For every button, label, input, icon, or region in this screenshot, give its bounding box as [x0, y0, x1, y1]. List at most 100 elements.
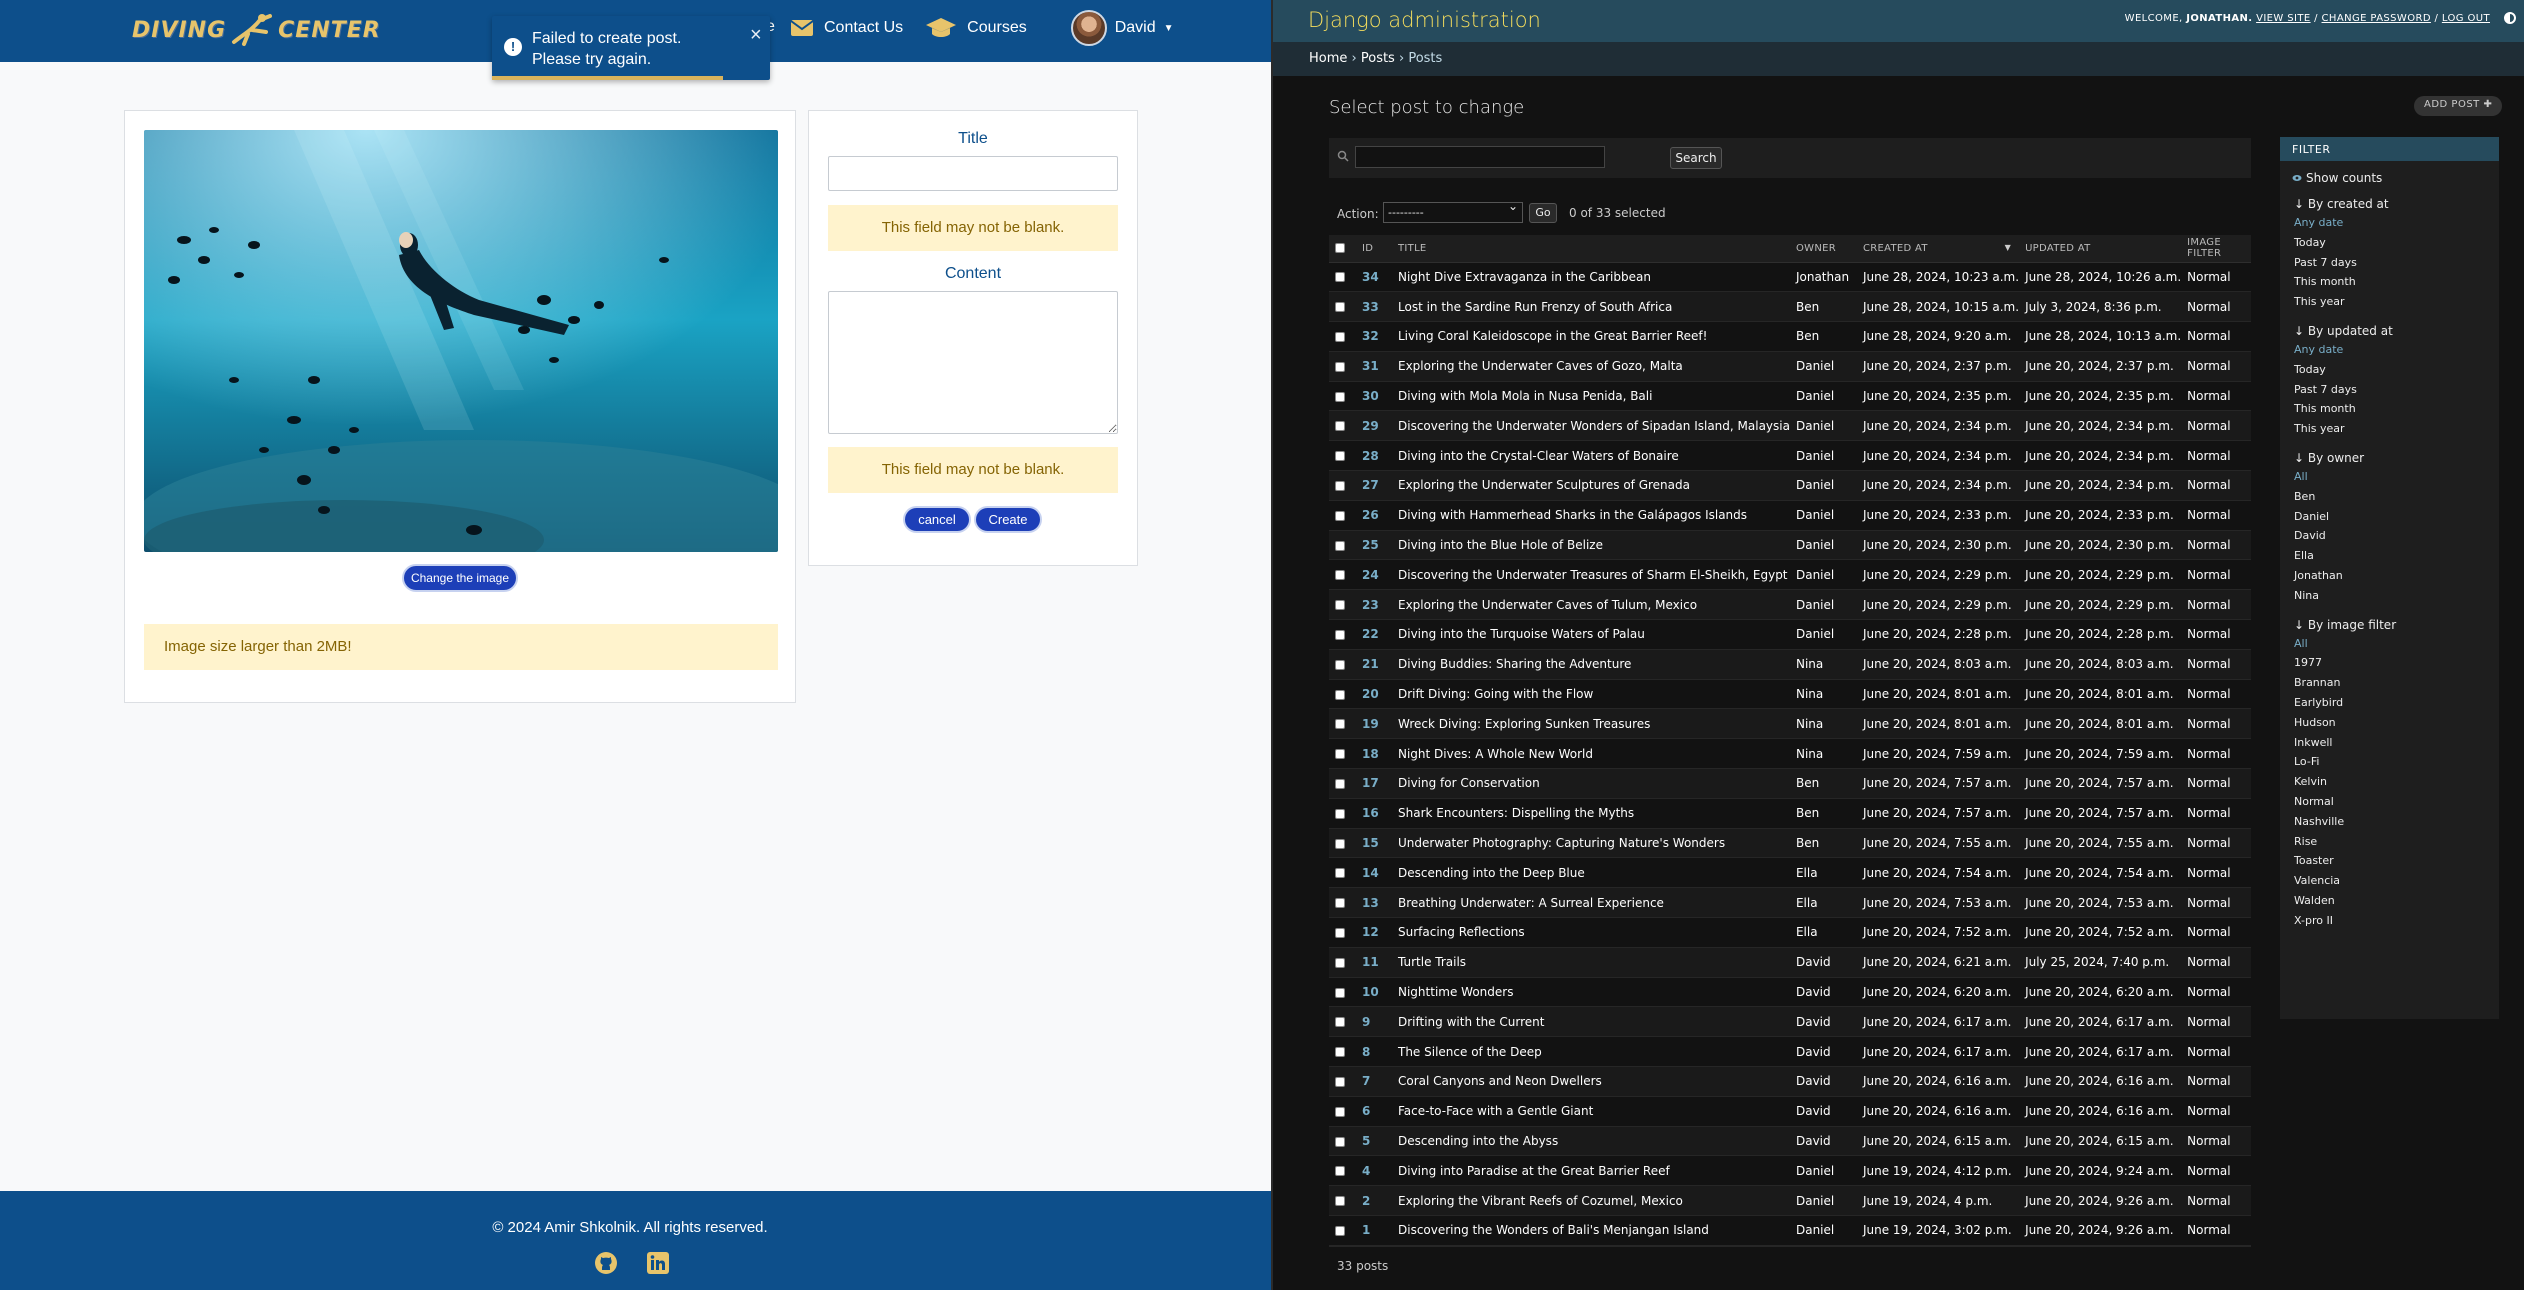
content-textarea[interactable] — [828, 291, 1118, 434]
filter-option[interactable]: Nashville — [2294, 812, 2485, 832]
cell-id[interactable]: 5 — [1356, 1126, 1392, 1157]
row-checkbox[interactable] — [1335, 391, 1345, 402]
cell-title[interactable]: Exploring the Vibrant Reefs of Cozumel, … — [1392, 1185, 1790, 1216]
cell-id[interactable]: 16 — [1356, 798, 1392, 829]
cell-title[interactable]: Diving Buddies: Sharing the Adventure — [1392, 649, 1790, 680]
cell-title[interactable]: Nighttime Wonders — [1392, 977, 1790, 1008]
row-checkbox[interactable] — [1335, 629, 1345, 640]
col-updated-at[interactable]: UPDATED AT — [2019, 235, 2182, 263]
cell-id[interactable]: 18 — [1356, 738, 1392, 770]
cell-title[interactable]: Discovering the Underwater Treasures of … — [1392, 559, 1790, 591]
search-input[interactable] — [1355, 146, 1605, 168]
row-checkbox[interactable] — [1335, 898, 1345, 909]
log-out-link[interactable]: LOG OUT — [2442, 13, 2490, 24]
row-checkbox[interactable] — [1335, 659, 1345, 670]
cell-title[interactable]: Diving into the Blue Hole of Belize — [1392, 530, 1790, 561]
col-title[interactable]: TITLE — [1392, 235, 1790, 263]
linkedin-icon[interactable] — [646, 1251, 670, 1275]
filter-option[interactable]: Ella — [2294, 546, 2485, 566]
row-checkbox[interactable] — [1335, 1047, 1345, 1058]
cell-id[interactable]: 1 — [1356, 1215, 1392, 1246]
cell-title[interactable]: Night Dive Extravaganza in the Caribbean — [1392, 262, 1790, 293]
cell-id[interactable]: 4 — [1356, 1155, 1392, 1187]
cell-title[interactable]: Diving with Hammerhead Sharks in the Gal… — [1392, 500, 1790, 531]
filter-option[interactable]: Past 7 days — [2294, 380, 2485, 400]
cell-title[interactable]: Discovering the Underwater Wonders of Si… — [1392, 410, 1790, 442]
cell-title[interactable]: Drifting with the Current — [1392, 1006, 1790, 1038]
filter-option[interactable]: Jonathan — [2294, 566, 2485, 586]
filter-option[interactable]: Nina — [2294, 586, 2485, 606]
brand-logo[interactable]: DIVING CENTER — [132, 10, 381, 50]
cell-id[interactable]: 24 — [1356, 559, 1392, 591]
row-checkbox[interactable] — [1335, 421, 1345, 432]
cell-id[interactable]: 25 — [1356, 530, 1392, 561]
cell-id[interactable]: 7 — [1356, 1066, 1392, 1097]
close-icon[interactable]: × — [750, 24, 762, 47]
cell-id[interactable]: 10 — [1356, 977, 1392, 1008]
change-image-button[interactable]: Change the image — [402, 564, 518, 592]
cell-id[interactable]: 30 — [1356, 381, 1392, 412]
row-checkbox[interactable] — [1335, 540, 1345, 551]
nav-contact-link[interactable]: Contact Us — [790, 19, 903, 37]
cell-title[interactable]: Night Dives: A Whole New World — [1392, 738, 1790, 770]
row-checkbox[interactable] — [1335, 570, 1345, 581]
select-all-checkbox[interactable] — [1335, 242, 1345, 253]
row-checkbox[interactable] — [1335, 1106, 1345, 1117]
row-checkbox[interactable] — [1335, 1017, 1345, 1028]
show-counts-link[interactable]: Show counts — [2292, 171, 2485, 185]
row-checkbox[interactable] — [1335, 510, 1345, 521]
cell-id[interactable]: 11 — [1356, 947, 1392, 978]
cell-title[interactable]: Lost in the Sardine Run Frenzy of South … — [1392, 291, 1790, 323]
cell-id[interactable]: 28 — [1356, 440, 1392, 472]
cancel-button[interactable]: cancel — [903, 506, 971, 533]
row-checkbox[interactable] — [1335, 480, 1345, 491]
change-password-link[interactable]: CHANGE PASSWORD — [2322, 13, 2431, 24]
user-menu[interactable]: David ▼ — [1070, 10, 1174, 46]
filter-option[interactable]: Hudson — [2294, 713, 2485, 733]
filter-option[interactable]: Ben — [2294, 487, 2485, 507]
filter-option[interactable]: Rise — [2294, 832, 2485, 852]
row-checkbox[interactable] — [1335, 689, 1345, 700]
cell-title[interactable]: Diving into the Turquoise Waters of Pala… — [1392, 619, 1790, 650]
theme-toggle-icon[interactable] — [2504, 12, 2516, 24]
col-id[interactable]: ID — [1356, 235, 1392, 263]
filter-option[interactable]: Today — [2294, 233, 2485, 253]
cell-title[interactable]: Descending into the Deep Blue — [1392, 857, 1790, 889]
filter-option[interactable]: Past 7 days — [2294, 253, 2485, 273]
site-title[interactable]: Django administration — [1308, 8, 1541, 32]
cell-id[interactable]: 20 — [1356, 679, 1392, 710]
row-checkbox[interactable] — [1335, 927, 1345, 938]
create-button[interactable]: Create — [974, 506, 1042, 533]
cell-id[interactable]: 13 — [1356, 887, 1392, 919]
cell-id[interactable]: 21 — [1356, 649, 1392, 680]
cell-id[interactable]: 23 — [1356, 589, 1392, 621]
cell-title[interactable]: Underwater Photography: Capturing Nature… — [1392, 828, 1790, 859]
row-checkbox[interactable] — [1335, 600, 1345, 611]
cell-id[interactable]: 17 — [1356, 768, 1392, 799]
cell-id[interactable]: 33 — [1356, 291, 1392, 323]
col-created-at[interactable]: CREATED AT ▼ — [1856, 235, 2020, 263]
row-checkbox[interactable] — [1335, 778, 1345, 789]
cell-title[interactable]: Surfacing Reflections — [1392, 917, 1790, 948]
cell-title[interactable]: Diving into Paradise at the Great Barrie… — [1392, 1155, 1790, 1187]
row-checkbox[interactable] — [1335, 1166, 1345, 1177]
row-checkbox[interactable] — [1335, 272, 1345, 283]
cell-title[interactable]: Diving with Mola Mola in Nusa Penida, Ba… — [1392, 381, 1790, 412]
filter-option[interactable]: Valencia — [2294, 871, 2485, 891]
filter-option[interactable]: David — [2294, 526, 2485, 546]
search-button[interactable]: Search — [1670, 147, 1722, 169]
cell-id[interactable]: 15 — [1356, 828, 1392, 859]
cell-title[interactable]: Shark Encounters: Dispelling the Myths — [1392, 798, 1790, 829]
row-checkbox[interactable] — [1335, 719, 1345, 730]
filter-option[interactable]: Normal — [2294, 792, 2485, 812]
filter-option[interactable]: Earlybird — [2294, 693, 2485, 713]
cell-title[interactable]: Exploring the Underwater Sculptures of G… — [1392, 470, 1790, 501]
cell-title[interactable]: Coral Canyons and Neon Dwellers — [1392, 1066, 1790, 1097]
filter-option[interactable]: Any date — [2294, 340, 2485, 360]
filter-option[interactable]: This month — [2294, 272, 2485, 292]
cell-title[interactable]: The Silence of the Deep — [1392, 1036, 1790, 1068]
add-post-button[interactable]: ADD POST ✚ — [2414, 96, 2503, 116]
filter-option[interactable]: Any date — [2294, 213, 2485, 233]
breadcrumb-home[interactable]: Home — [1309, 51, 1347, 66]
col-image-filter[interactable]: IMAGE FILTER — [2181, 235, 2251, 263]
